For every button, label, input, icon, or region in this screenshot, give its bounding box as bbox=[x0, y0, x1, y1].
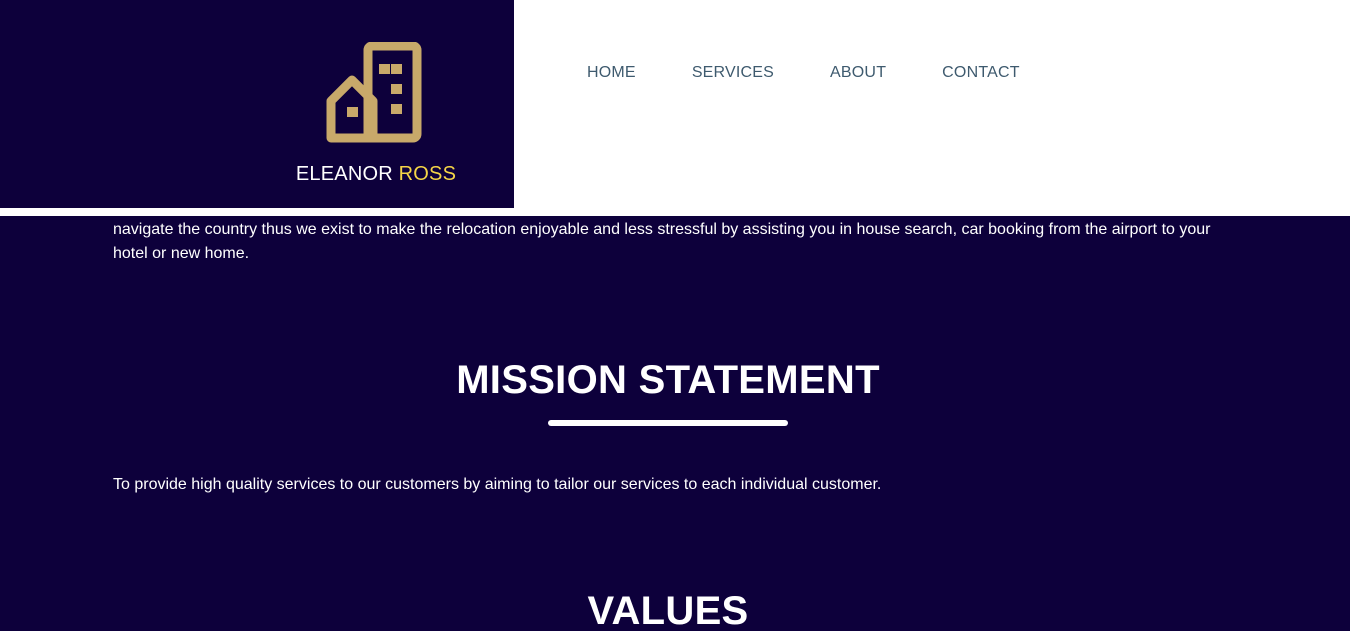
brand-name-last: ROSS bbox=[398, 163, 457, 185]
building-house-icon bbox=[326, 42, 422, 143]
heading-underline bbox=[548, 420, 788, 426]
nav-contact-link[interactable]: CONTACT bbox=[942, 64, 1020, 82]
nav-home-link[interactable]: HOME bbox=[587, 64, 636, 82]
values-heading: VALUES bbox=[587, 589, 749, 631]
nav-services-link[interactable]: SERVICES bbox=[692, 64, 774, 82]
site-header: ELEANOR ROSS HOME SERVICES ABOUT CONTACT bbox=[0, 0, 1350, 216]
nav-about-link[interactable]: ABOUT bbox=[830, 64, 886, 82]
intro-paragraph: navigate the country thus we exist to ma… bbox=[113, 221, 1211, 262]
page: ELEANOR ROSS HOME SERVICES ABOUT CONTACT… bbox=[0, 0, 1350, 631]
brand-name: ELEANOR ROSS bbox=[0, 163, 752, 186]
main-content: navigate the country thus we exist to ma… bbox=[0, 216, 1350, 631]
brand-name-first: ELEANOR bbox=[295, 163, 393, 185]
mission-statement-text: To provide high quality services to our … bbox=[113, 476, 882, 493]
mission-statement-heading: MISSION STATEMENT bbox=[456, 358, 880, 402]
brand-panel[interactable]: ELEANOR ROSS bbox=[0, 0, 514, 208]
main-nav: HOME SERVICES ABOUT CONTACT bbox=[587, 64, 1020, 82]
